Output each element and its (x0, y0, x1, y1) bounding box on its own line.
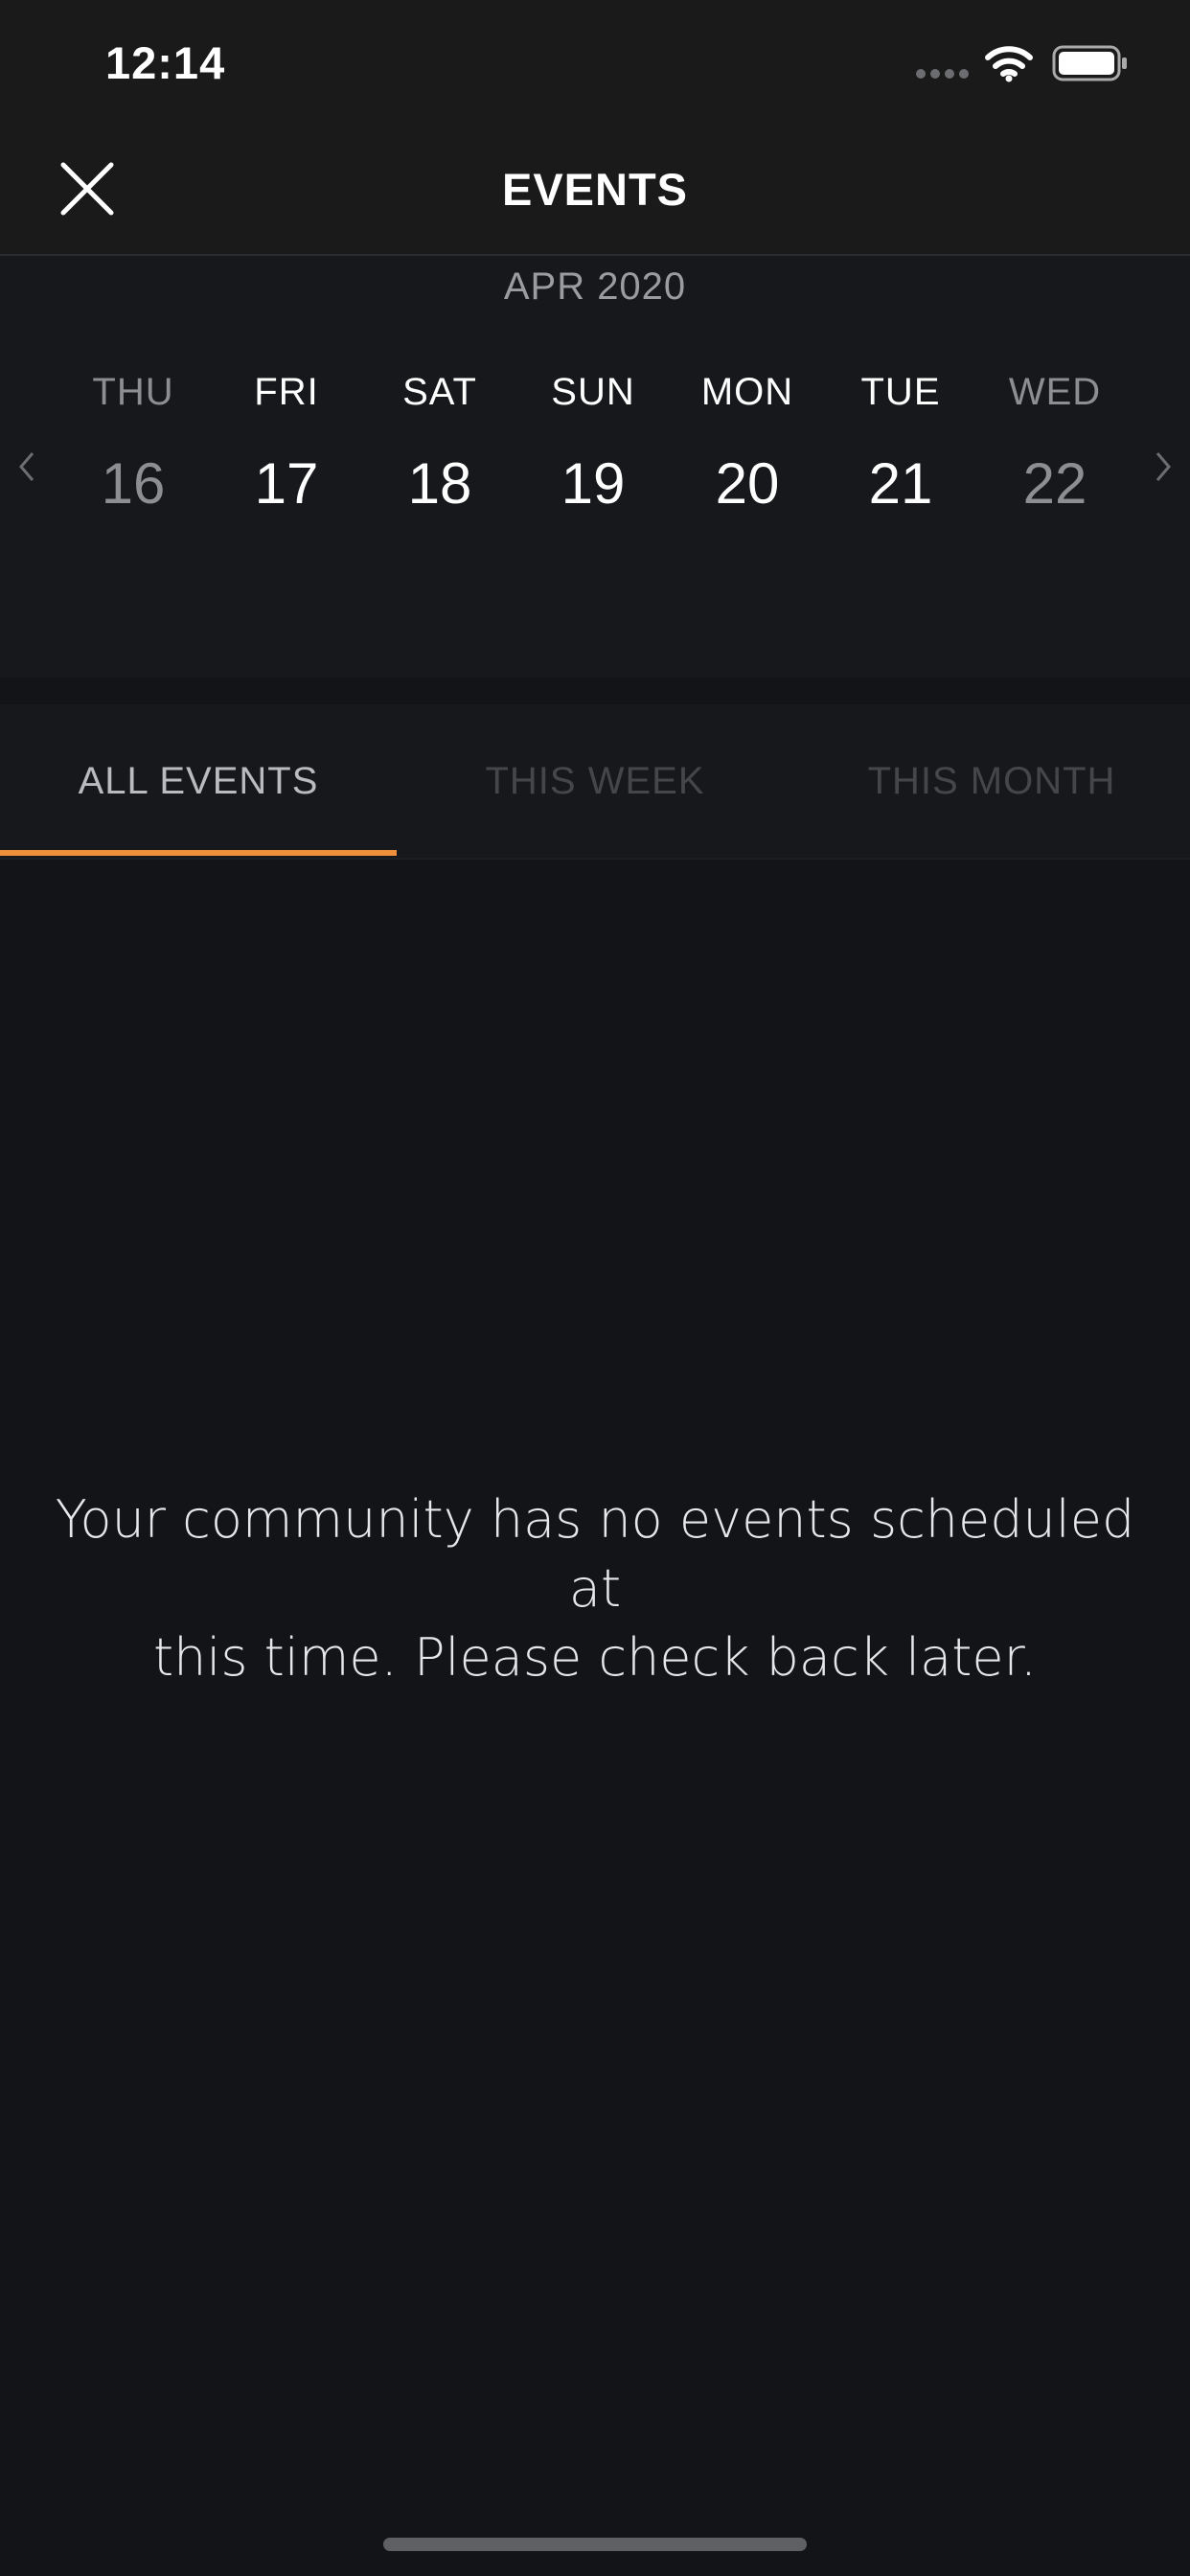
day-sun[interactable]: SUN 19 (521, 371, 665, 517)
empty-state-line-1: Your community has no events scheduled a… (55, 1489, 1135, 1619)
active-tab-indicator (0, 850, 397, 856)
day-number: 20 (715, 451, 780, 516)
day-number: 17 (254, 451, 319, 516)
day-number: 19 (561, 451, 626, 516)
day-of-week: THU (92, 371, 174, 413)
day-tue[interactable]: TUE 21 (829, 371, 973, 517)
day-thu[interactable]: THU 16 (61, 371, 205, 517)
page-title: EVENTS (501, 164, 689, 215)
day-number: 18 (407, 451, 472, 516)
signal-icon (916, 69, 970, 79)
day-of-week: SAT (402, 371, 477, 413)
chevron-right-icon[interactable] (1148, 448, 1177, 486)
day-fri[interactable]: FRI 17 (215, 371, 358, 517)
tab-all-events[interactable]: ALL EVENTS (0, 704, 397, 858)
chevron-left-icon[interactable] (13, 448, 42, 486)
status-time: 12:14 (105, 37, 226, 88)
day-sat[interactable]: SAT 18 (368, 371, 512, 517)
tab-this-month[interactable]: THIS MONTH (793, 704, 1190, 858)
home-indicator[interactable] (383, 2538, 807, 2551)
week-calendar: APR 2020 THU 16 FRI 17 SAT 18 SUN 19 MON… (0, 256, 1190, 678)
day-of-week: FRI (254, 371, 319, 413)
day-number: 21 (868, 451, 933, 516)
day-of-week: MON (700, 371, 794, 413)
wifi-icon (985, 46, 1033, 82)
day-wed[interactable]: WED 22 (983, 371, 1127, 517)
day-mon[interactable]: MON 20 (675, 371, 819, 517)
battery-icon (1052, 45, 1127, 81)
top-bar: 12:14 EVENTS (0, 0, 1190, 256)
day-of-week: SUN (551, 371, 635, 413)
empty-state-line-2: this time. Please check back later. (152, 1627, 1038, 1688)
empty-state-message: Your community has no events scheduled a… (38, 1485, 1152, 1692)
month-label: APR 2020 (503, 265, 687, 308)
day-of-week: TUE (860, 371, 941, 413)
day-number: 16 (101, 451, 166, 516)
day-of-week: WED (1008, 371, 1102, 413)
event-filter-tabs: ALL EVENTS THIS WEEK THIS MONTH (0, 704, 1190, 860)
tab-this-week[interactable]: THIS WEEK (397, 704, 793, 858)
day-number: 22 (1022, 451, 1087, 516)
